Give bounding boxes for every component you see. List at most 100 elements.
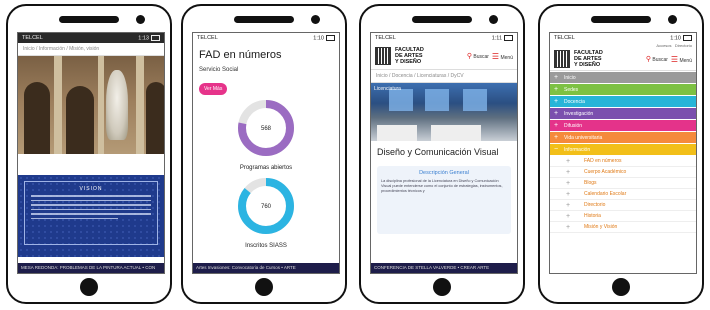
plus-icon: + bbox=[566, 212, 571, 220]
clock: 1:13 bbox=[138, 35, 149, 42]
site-brand[interactable]: FACULTAD DE ARTES Y DISEÑO bbox=[574, 50, 603, 68]
stat-value: 760 bbox=[261, 204, 272, 210]
submenu-item[interactable]: + Calendario Escolar bbox=[550, 189, 696, 200]
stat-ring-siass: 760 Inscritos SIASS bbox=[193, 175, 339, 249]
page-title: FAD en números bbox=[199, 49, 282, 61]
battery-icon bbox=[151, 34, 160, 41]
battery-icon bbox=[504, 34, 513, 41]
image-caption: Licenciatura bbox=[374, 86, 401, 92]
carrier-label: TELCEL bbox=[197, 35, 218, 41]
phone-mockup-2: TELCEL 1:10 FAD en números Servicio Soci… bbox=[181, 4, 347, 304]
menu-item[interactable]: + Inicio bbox=[550, 72, 696, 83]
submenu-item[interactable]: + Directorio bbox=[550, 200, 696, 211]
submenu-item-label: Blogs bbox=[584, 180, 597, 186]
status-bar: TELCEL 1:10 bbox=[550, 33, 696, 43]
camera bbox=[136, 15, 145, 24]
submenu-item[interactable]: + Blogs bbox=[550, 178, 696, 189]
screen: TELCEL 1:10 FAD en números Servicio Soci… bbox=[192, 32, 340, 274]
menu-item-label: Difusión bbox=[564, 122, 583, 129]
camera bbox=[489, 15, 498, 24]
menu-item[interactable]: + Docencia bbox=[550, 96, 696, 107]
status-bar: TELCEL 1:11 bbox=[371, 33, 517, 43]
breadcrumb[interactable]: Inicio / Docencia / Licenciaturas / DyCV bbox=[371, 70, 517, 83]
donut-chart-siass: 760 bbox=[238, 178, 294, 234]
plus-icon: + bbox=[566, 201, 571, 209]
home-button bbox=[80, 278, 98, 296]
menu-item[interactable]: − Información bbox=[550, 144, 696, 155]
carrier-label: TELCEL bbox=[554, 35, 575, 41]
news-ticker[interactable]: CONFERENCIA DE STELLA VALVERDE • CREAR A… bbox=[371, 263, 517, 273]
section-subtitle: Servicio Social bbox=[199, 67, 239, 73]
menu-item[interactable]: + Sedes bbox=[550, 84, 696, 95]
main-menu: + Inicio + Sedes + Docencia + Investigación + Dif… bbox=[550, 72, 696, 155]
plus-icon: + bbox=[566, 157, 571, 165]
plus-icon: + bbox=[554, 110, 559, 117]
menu-button[interactable]: ☰ Menú bbox=[492, 52, 513, 61]
page-title: Diseño y Comunicación Visual bbox=[377, 147, 499, 157]
submenu-item[interactable]: + FAD en números bbox=[550, 156, 696, 167]
site-brand[interactable]: FACULTAD DE ARTES Y DISEÑO bbox=[395, 47, 424, 65]
menu-item-label: Sedes bbox=[564, 86, 579, 93]
menu-item[interactable]: + Investigación bbox=[550, 108, 696, 119]
submenu-item-label: Misión y Visión bbox=[584, 224, 618, 230]
plus-icon: + bbox=[554, 86, 559, 93]
stat-ring-programs: 568 Programas abiertos bbox=[193, 97, 339, 171]
phone-mockup-4: TELCEL 1:10 Accesos Directorio FACULTAD D… bbox=[538, 4, 704, 304]
home-button bbox=[433, 278, 451, 296]
menu-item[interactable]: + Vida universitaria bbox=[550, 132, 696, 143]
menu-item-label: Investigación bbox=[564, 110, 594, 117]
vision-section: VISION bbox=[18, 175, 164, 257]
courtyard-statue-photo bbox=[18, 56, 164, 154]
search-icon: ⚲ bbox=[466, 53, 472, 60]
site-header: FACULTAD DE ARTES Y DISEÑO ⚲ Buscar ☰ Menú bbox=[371, 43, 517, 70]
clock: 1:10 bbox=[670, 35, 681, 42]
site-header: FACULTAD DE ARTES Y DISEÑO ⚲ Buscar ☰ Menú bbox=[550, 48, 696, 71]
clock: 1:10 bbox=[313, 35, 324, 42]
minus-icon: − bbox=[554, 146, 559, 153]
submenu-item[interactable]: + Cuerpo Académico bbox=[550, 167, 696, 178]
see-more-button[interactable]: Ver Más bbox=[199, 83, 228, 95]
unam-crest-logo[interactable] bbox=[375, 47, 391, 65]
top-link[interactable]: Accesos bbox=[656, 43, 671, 48]
card-title: Descripción General bbox=[419, 170, 469, 176]
search-button[interactable]: ⚲ Buscar bbox=[467, 52, 489, 60]
menu-button[interactable]: ☰ Menú bbox=[671, 55, 692, 64]
breadcrumb[interactable]: Inicio / Información / Misión, visión bbox=[18, 43, 164, 56]
news-ticker[interactable]: MESA REDONDA: PROBLEMAS DE LA PINTURA AC… bbox=[18, 263, 164, 273]
vision-title: VISION bbox=[79, 186, 103, 192]
plus-icon: + bbox=[566, 179, 571, 187]
plus-icon: + bbox=[554, 74, 559, 81]
sub-menu: + FAD en números + Cuerpo Académico + Blogs + C… bbox=[550, 156, 696, 233]
vision-box: VISION bbox=[24, 181, 158, 245]
submenu-item[interactable]: + Misión y Visión bbox=[550, 222, 696, 233]
submenu-item-label: Historia bbox=[584, 213, 601, 219]
plus-icon: + bbox=[554, 98, 559, 105]
screen: TELCEL 1:11 FACULTAD DE ARTES Y DISEÑO ⚲ B… bbox=[370, 32, 518, 274]
submenu-item-label: Calendario Escolar bbox=[584, 191, 627, 197]
unam-crest-logo[interactable] bbox=[554, 50, 570, 68]
submenu-item-label: FAD en números bbox=[584, 158, 622, 164]
phone-mockup-3: TELCEL 1:11 FACULTAD DE ARTES Y DISEÑO ⚲ B… bbox=[359, 4, 525, 304]
news-ticker[interactable]: Artes Invasiones: Convocatoria de Cursos… bbox=[193, 263, 339, 273]
screen: TELCEL 1:13 Inicio / Información / Misió… bbox=[17, 32, 165, 274]
hamburger-icon: ☰ bbox=[670, 54, 679, 64]
stat-value: 568 bbox=[261, 126, 272, 132]
statue-image bbox=[106, 70, 128, 140]
search-button[interactable]: ⚲ Buscar bbox=[646, 55, 668, 63]
top-link[interactable]: Directorio bbox=[675, 43, 692, 48]
speaker bbox=[412, 16, 472, 23]
description-card: Descripción General La disciplina profes… bbox=[377, 166, 511, 234]
classroom-photo: Licenciatura bbox=[371, 83, 517, 141]
menu-item-label: Inicio bbox=[564, 74, 576, 81]
submenu-item[interactable]: + Historia bbox=[550, 211, 696, 222]
plus-icon: + bbox=[566, 223, 571, 231]
submenu-item-label: Directorio bbox=[584, 202, 606, 208]
phone-mockup-1: TELCEL 1:13 Inicio / Información / Misió… bbox=[6, 4, 172, 304]
home-button bbox=[255, 278, 273, 296]
plus-icon: + bbox=[566, 190, 571, 198]
battery-icon bbox=[326, 34, 335, 41]
search-icon: ⚲ bbox=[645, 56, 651, 63]
menu-item-label: Vida universitaria bbox=[564, 134, 603, 141]
camera bbox=[668, 15, 677, 24]
menu-item[interactable]: + Difusión bbox=[550, 120, 696, 131]
